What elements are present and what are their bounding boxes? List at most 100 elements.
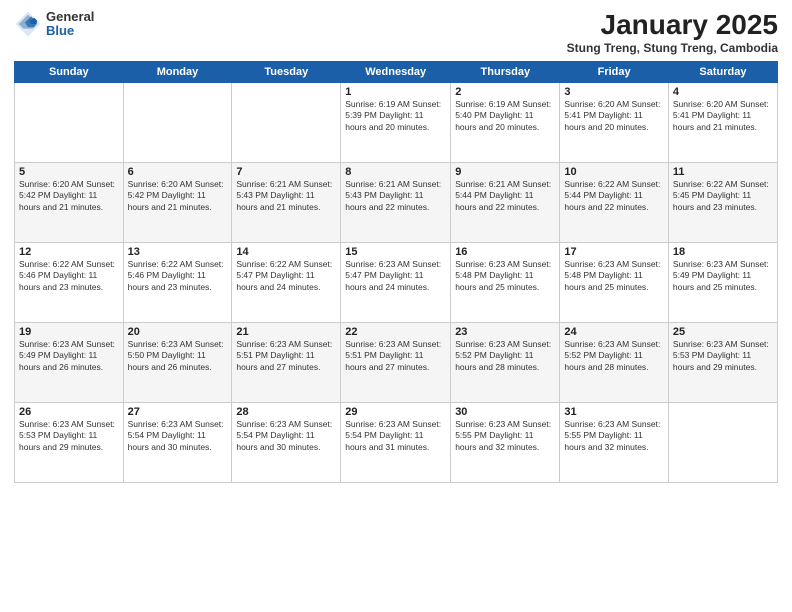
calendar-day-cell: 3Sunrise: 6:20 AM Sunset: 5:41 PM Daylig…: [560, 82, 668, 162]
day-number: 23: [455, 326, 555, 338]
calendar-day-cell: 8Sunrise: 6:21 AM Sunset: 5:43 PM Daylig…: [341, 162, 451, 242]
calendar-day-cell: 24Sunrise: 6:23 AM Sunset: 5:52 PM Dayli…: [560, 322, 668, 402]
calendar-week-row: 1Sunrise: 6:19 AM Sunset: 5:39 PM Daylig…: [15, 82, 778, 162]
day-info: Sunrise: 6:20 AM Sunset: 5:41 PM Dayligh…: [564, 99, 663, 133]
calendar-day-header: Sunday: [15, 61, 124, 82]
logo-icon: [14, 10, 42, 38]
day-info: Sunrise: 6:23 AM Sunset: 5:55 PM Dayligh…: [564, 419, 663, 453]
calendar-day-cell: 11Sunrise: 6:22 AM Sunset: 5:45 PM Dayli…: [668, 162, 777, 242]
day-number: 17: [564, 246, 663, 258]
day-info: Sunrise: 6:21 AM Sunset: 5:44 PM Dayligh…: [455, 179, 555, 213]
day-info: Sunrise: 6:20 AM Sunset: 5:42 PM Dayligh…: [128, 179, 228, 213]
calendar-day-cell: 30Sunrise: 6:23 AM Sunset: 5:55 PM Dayli…: [451, 402, 560, 482]
day-info: Sunrise: 6:23 AM Sunset: 5:52 PM Dayligh…: [455, 339, 555, 373]
calendar-day-cell: 10Sunrise: 6:22 AM Sunset: 5:44 PM Dayli…: [560, 162, 668, 242]
calendar-header-row: SundayMondayTuesdayWednesdayThursdayFrid…: [15, 61, 778, 82]
day-info: Sunrise: 6:22 AM Sunset: 5:46 PM Dayligh…: [128, 259, 228, 293]
calendar-day-cell: 6Sunrise: 6:20 AM Sunset: 5:42 PM Daylig…: [123, 162, 232, 242]
day-info: Sunrise: 6:23 AM Sunset: 5:54 PM Dayligh…: [345, 419, 446, 453]
logo-general-text: General: [46, 10, 94, 24]
day-number: 7: [236, 166, 336, 178]
calendar-day-cell: [668, 402, 777, 482]
day-number: 3: [564, 86, 663, 98]
day-info: Sunrise: 6:23 AM Sunset: 5:53 PM Dayligh…: [19, 419, 119, 453]
logo-text: General Blue: [46, 10, 94, 39]
day-number: 1: [345, 86, 446, 98]
title-block: January 2025 Stung Treng, Stung Treng, C…: [567, 10, 778, 55]
calendar-day-cell: 15Sunrise: 6:23 AM Sunset: 5:47 PM Dayli…: [341, 242, 451, 322]
day-number: 10: [564, 166, 663, 178]
day-info: Sunrise: 6:23 AM Sunset: 5:52 PM Dayligh…: [564, 339, 663, 373]
calendar-day-cell: 9Sunrise: 6:21 AM Sunset: 5:44 PM Daylig…: [451, 162, 560, 242]
calendar-day-cell: 22Sunrise: 6:23 AM Sunset: 5:51 PM Dayli…: [341, 322, 451, 402]
day-number: 14: [236, 246, 336, 258]
day-number: 21: [236, 326, 336, 338]
calendar-day-cell: 18Sunrise: 6:23 AM Sunset: 5:49 PM Dayli…: [668, 242, 777, 322]
calendar-day-header: Thursday: [451, 61, 560, 82]
day-number: 13: [128, 246, 228, 258]
calendar-week-row: 26Sunrise: 6:23 AM Sunset: 5:53 PM Dayli…: [15, 402, 778, 482]
calendar-day-cell: [15, 82, 124, 162]
day-info: Sunrise: 6:22 AM Sunset: 5:44 PM Dayligh…: [564, 179, 663, 213]
day-number: 9: [455, 166, 555, 178]
day-number: 18: [673, 246, 773, 258]
day-info: Sunrise: 6:22 AM Sunset: 5:46 PM Dayligh…: [19, 259, 119, 293]
day-number: 2: [455, 86, 555, 98]
day-info: Sunrise: 6:22 AM Sunset: 5:45 PM Dayligh…: [673, 179, 773, 213]
day-number: 29: [345, 406, 446, 418]
day-number: 28: [236, 406, 336, 418]
day-info: Sunrise: 6:23 AM Sunset: 5:50 PM Dayligh…: [128, 339, 228, 373]
day-number: 15: [345, 246, 446, 258]
calendar-day-cell: 14Sunrise: 6:22 AM Sunset: 5:47 PM Dayli…: [232, 242, 341, 322]
day-info: Sunrise: 6:23 AM Sunset: 5:47 PM Dayligh…: [345, 259, 446, 293]
day-number: 5: [19, 166, 119, 178]
day-info: Sunrise: 6:23 AM Sunset: 5:55 PM Dayligh…: [455, 419, 555, 453]
day-info: Sunrise: 6:23 AM Sunset: 5:51 PM Dayligh…: [345, 339, 446, 373]
calendar-week-row: 5 Sunrise: 6:20 AM Sunset: 5:42 PM Daylig…: [15, 162, 778, 242]
calendar-day-cell: 1Sunrise: 6:19 AM Sunset: 5:39 PM Daylig…: [341, 82, 451, 162]
calendar-table: SundayMondayTuesdayWednesdayThursdayFrid…: [14, 61, 778, 483]
calendar-day-cell: 23Sunrise: 6:23 AM Sunset: 5:52 PM Dayli…: [451, 322, 560, 402]
calendar-day-header: Tuesday: [232, 61, 341, 82]
day-number: 19: [19, 326, 119, 338]
day-number: 25: [673, 326, 773, 338]
day-number: 12: [19, 246, 119, 258]
day-number: 8: [345, 166, 446, 178]
day-info: Sunrise: 6:19 AM Sunset: 5:40 PM Dayligh…: [455, 99, 555, 133]
calendar-day-header: Wednesday: [341, 61, 451, 82]
day-number: 20: [128, 326, 228, 338]
calendar-day-cell: 28Sunrise: 6:23 AM Sunset: 5:54 PM Dayli…: [232, 402, 341, 482]
day-info: Sunrise: 6:21 AM Sunset: 5:43 PM Dayligh…: [345, 179, 446, 213]
day-info: Sunrise: 6:19 AM Sunset: 5:39 PM Dayligh…: [345, 99, 446, 133]
logo-blue-text: Blue: [46, 24, 94, 38]
day-info: Sunrise: 6:22 AM Sunset: 5:47 PM Dayligh…: [236, 259, 336, 293]
calendar-day-cell: 7Sunrise: 6:21 AM Sunset: 5:43 PM Daylig…: [232, 162, 341, 242]
day-info: Sunrise: 6:23 AM Sunset: 5:49 PM Dayligh…: [19, 339, 119, 373]
calendar-day-cell: 5Sunrise: 6:20 AM Sunset: 5:42 PM Daylig…: [15, 162, 124, 242]
calendar-week-row: 12Sunrise: 6:22 AM Sunset: 5:46 PM Dayli…: [15, 242, 778, 322]
calendar-day-header: Monday: [123, 61, 232, 82]
calendar-day-cell: [123, 82, 232, 162]
calendar-day-cell: 4Sunrise: 6:20 AM Sunset: 5:41 PM Daylig…: [668, 82, 777, 162]
calendar-day-cell: 20Sunrise: 6:23 AM Sunset: 5:50 PM Dayli…: [123, 322, 232, 402]
day-info: Sunrise: 6:23 AM Sunset: 5:48 PM Dayligh…: [564, 259, 663, 293]
day-info: Sunrise: 6:23 AM Sunset: 5:54 PM Dayligh…: [128, 419, 228, 453]
calendar-day-cell: 26Sunrise: 6:23 AM Sunset: 5:53 PM Dayli…: [15, 402, 124, 482]
day-info: Sunrise: 6:20 AM Sunset: 5:41 PM Dayligh…: [673, 99, 773, 133]
calendar-day-cell: [232, 82, 341, 162]
day-info: Sunrise: 6:23 AM Sunset: 5:51 PM Dayligh…: [236, 339, 336, 373]
day-number: 4: [673, 86, 773, 98]
day-number: 16: [455, 246, 555, 258]
day-number: 6: [128, 166, 228, 178]
day-info: Sunrise: 6:21 AM Sunset: 5:43 PM Dayligh…: [236, 179, 336, 213]
day-number: 27: [128, 406, 228, 418]
day-number: 30: [455, 406, 555, 418]
page: General Blue January 2025 Stung Treng, S…: [0, 0, 792, 612]
calendar-day-cell: 12Sunrise: 6:22 AM Sunset: 5:46 PM Dayli…: [15, 242, 124, 322]
day-info: Sunrise: 6:23 AM Sunset: 5:48 PM Dayligh…: [455, 259, 555, 293]
calendar-day-cell: 17Sunrise: 6:23 AM Sunset: 5:48 PM Dayli…: [560, 242, 668, 322]
calendar-day-header: Friday: [560, 61, 668, 82]
calendar-day-cell: 25Sunrise: 6:23 AM Sunset: 5:53 PM Dayli…: [668, 322, 777, 402]
month-title: January 2025: [567, 10, 778, 41]
calendar-week-row: 19Sunrise: 6:23 AM Sunset: 5:49 PM Dayli…: [15, 322, 778, 402]
